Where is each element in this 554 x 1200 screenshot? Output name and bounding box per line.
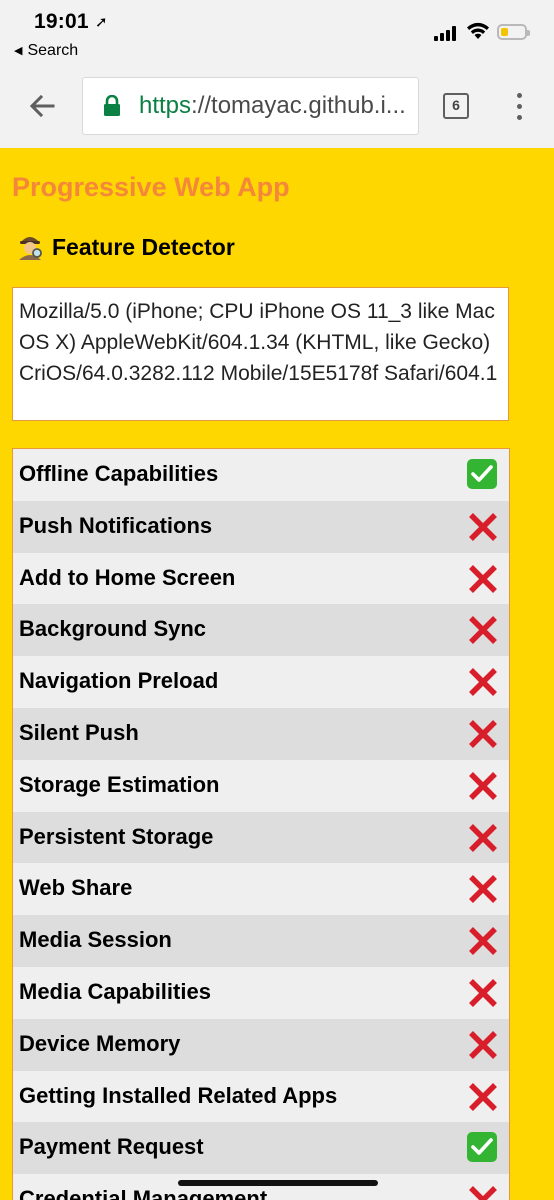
- address-bar[interactable]: https://tomayac.github.i...: [82, 77, 419, 135]
- page-content: Progressive Web App Feature Detector Moz…: [0, 148, 554, 1200]
- tab-switcher-button[interactable]: 6: [443, 93, 469, 119]
- cross-mark-icon: [467, 1184, 499, 1200]
- feature-row: Media Session: [13, 915, 509, 967]
- status-time: 19:01: [34, 10, 89, 33]
- feature-name: Silent Push: [19, 719, 139, 745]
- feature-name: Push Notifications: [19, 512, 213, 538]
- cross-mark-icon: [467, 1081, 499, 1113]
- feature-name: Device Memory: [19, 1030, 181, 1056]
- battery-icon: [497, 24, 530, 40]
- overflow-menu-icon[interactable]: [516, 93, 524, 121]
- cross-mark-icon: [467, 511, 499, 543]
- feature-row: Credential Management: [13, 1174, 509, 1200]
- cross-mark-icon: [467, 822, 499, 854]
- status-bar: 19:01 ➚ ◀ Search: [0, 0, 554, 70]
- feature-row: Push Notifications: [13, 500, 509, 553]
- check-mark-icon: [467, 1132, 499, 1164]
- feature-row: Payment Request: [13, 1122, 509, 1175]
- feature-name: Background Sync: [19, 616, 207, 642]
- feature-row: Add to Home Screen: [13, 552, 509, 605]
- url-text: https://tomayac.github.i...: [139, 92, 406, 120]
- feature-name: Credential Management: [19, 1186, 268, 1200]
- user-agent-box: Mozilla/5.0 (iPhone; CPU iPhone OS 11_3 …: [12, 287, 509, 421]
- back-to-app-link[interactable]: ◀ Search: [14, 42, 78, 60]
- feature-row: Persistent Storage: [13, 811, 509, 864]
- cross-mark-icon: [467, 925, 499, 957]
- feature-row: Storage Estimation: [13, 759, 509, 812]
- cellular-signal-icon: [434, 26, 458, 41]
- location-arrow-icon: ➚: [95, 14, 108, 31]
- back-arrow-icon[interactable]: [26, 90, 58, 122]
- feature-name: Offline Capabilities: [19, 461, 219, 486]
- feature-table: Offline Capabilities Push Notifications Ad…: [12, 448, 510, 1200]
- feature-name: Media Capabilities: [19, 978, 211, 1004]
- cross-mark-icon: [467, 563, 499, 595]
- cross-mark-icon: [467, 614, 499, 646]
- section-heading-text: Feature Detector: [52, 234, 235, 260]
- wifi-icon: [467, 22, 489, 39]
- feature-row: Offline Capabilities: [13, 449, 509, 501]
- feature-name: Storage Estimation: [19, 771, 220, 797]
- feature-row: Navigation Preload: [13, 656, 509, 708]
- feature-name: Getting Installed Related Apps: [19, 1082, 338, 1108]
- cross-mark-icon: [467, 666, 499, 698]
- check-mark-icon: [467, 459, 499, 491]
- cross-mark-icon: [467, 977, 499, 1009]
- feature-name: Web Share: [19, 875, 133, 901]
- feature-name: Payment Request: [19, 1134, 204, 1160]
- feature-row: Device Memory: [13, 1018, 509, 1071]
- cross-mark-icon: [467, 770, 499, 802]
- feature-row: Media Capabilities: [13, 966, 509, 1019]
- url-scheme: https: [139, 92, 192, 119]
- feature-row: Background Sync: [13, 604, 509, 657]
- feature-row: Silent Push: [13, 707, 509, 760]
- cross-mark-icon: [467, 1029, 499, 1061]
- cross-mark-icon: [467, 873, 499, 905]
- feature-name: Navigation Preload: [19, 668, 219, 694]
- feature-name: Media Session: [19, 927, 172, 953]
- back-triangle-icon: ◀: [14, 45, 23, 57]
- detective-icon: [19, 237, 42, 260]
- cross-mark-icon: [467, 718, 499, 750]
- feature-row: Web Share: [13, 863, 509, 916]
- section-heading: Feature Detector: [16, 232, 235, 261]
- feature-row: Getting Installed Related Apps: [13, 1070, 509, 1123]
- page-title: Progressive Web App: [12, 172, 290, 202]
- url-host: ://tomayac.github.i...: [191, 92, 406, 119]
- feature-name: Add to Home Screen: [19, 564, 236, 590]
- lock-icon: [104, 95, 120, 116]
- home-indicator[interactable]: [178, 1180, 378, 1186]
- feature-name: Persistent Storage: [19, 823, 214, 849]
- back-app-label: Search: [27, 42, 79, 59]
- browser-toolbar: https://tomayac.github.i... 6: [0, 70, 554, 148]
